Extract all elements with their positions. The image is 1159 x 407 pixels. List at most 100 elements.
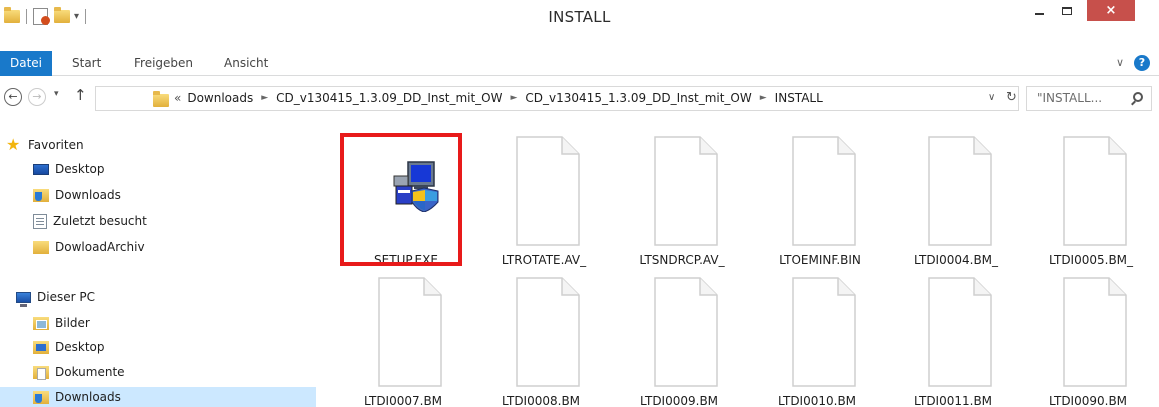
refresh-icon[interactable]: ↻ [1006, 90, 1017, 105]
downloads-folder-icon [33, 390, 49, 404]
generic-file-icon [1063, 277, 1127, 387]
generic-file-icon [378, 277, 442, 387]
nav-fav-desktop-label: Desktop [55, 162, 105, 176]
computer-icon [16, 291, 31, 307]
file-tile[interactable]: LTOEMINF.BIN [752, 130, 888, 268]
title-bar: ▾ INSTALL × [0, 0, 1159, 31]
nav-favorites-label: Favoriten [28, 138, 84, 152]
nav-pc-downloads-label: Downloads [55, 390, 121, 404]
star-icon: ★ [6, 135, 21, 154]
back-button[interactable]: ← [4, 88, 22, 106]
file-tile[interactable]: LTSNDRCP.AV_ [614, 130, 750, 268]
generic-file-icon [654, 277, 718, 387]
file-tile[interactable]: LTDI0009.BM_ [614, 271, 750, 407]
window-title: INSTALL [548, 8, 611, 26]
nav-pc-desktop-label: Desktop [55, 340, 105, 354]
file-tile[interactable]: LTDI0007.BM_ [338, 271, 474, 407]
file-tile[interactable]: LTDI0090.BM_ [1023, 271, 1159, 407]
breadcrumb-overflow[interactable]: « [174, 87, 181, 110]
file-name: LTDI0011.BM_ [913, 394, 999, 407]
generic-file-icon [928, 277, 992, 387]
chevron-right-icon[interactable]: ► [511, 87, 518, 110]
ribbon-tabs: Datei Start Freigeben Ansicht ∨ ? [0, 51, 1159, 76]
file-tile[interactable]: LTDI0004.BM_ [888, 130, 1024, 268]
maximize-button[interactable] [1053, 0, 1081, 21]
generic-file-icon [516, 277, 580, 387]
nav-fav-archive-label: DowloadArchiv [55, 240, 145, 254]
address-bar[interactable]: « Downloads ► CD_v130415_1.3.09_DD_Inst_… [95, 86, 1019, 111]
folder-icon [153, 91, 169, 107]
downloads-folder-icon [33, 188, 49, 202]
file-name: LTDI0090.BM_ [1048, 394, 1134, 407]
search-input[interactable]: "INSTALL... [1026, 86, 1152, 111]
file-name: LTDI0008.BM_ [501, 394, 587, 407]
nav-pc-documents[interactable]: Dokumente [33, 362, 125, 382]
nav-fav-archive[interactable]: DowloadArchiv [33, 237, 145, 257]
breadcrumb-downloads[interactable]: Downloads [187, 87, 253, 110]
nav-fav-desktop[interactable]: Desktop [33, 159, 105, 179]
tab-view[interactable]: Ansicht [224, 52, 268, 76]
tab-file[interactable]: Datei [0, 51, 52, 76]
file-name: LTDI0010.BM_ [777, 394, 863, 407]
tab-start[interactable]: Start [72, 52, 101, 76]
file-tile[interactable]: LTDI0010.BM_ [752, 271, 888, 407]
file-name: LTDI0009.BM_ [639, 394, 725, 407]
desktop-folder-icon [33, 340, 49, 354]
nav-fav-downloads[interactable]: Downloads [33, 185, 121, 205]
breadcrumb: « Downloads ► CD_v130415_1.3.09_DD_Inst_… [174, 87, 823, 110]
file-name: LTOEMINF.BIN [779, 253, 861, 267]
chevron-down-icon[interactable]: ∨ [988, 92, 995, 103]
ribbon-expand-icon[interactable]: ∨ [1116, 56, 1124, 69]
nav-pc-documents-label: Dokumente [55, 365, 125, 379]
pictures-folder-icon [33, 316, 49, 330]
nav-fav-recent[interactable]: Zuletzt besucht [33, 211, 147, 231]
generic-file-icon [516, 136, 580, 246]
minimize-icon [1034, 12, 1044, 15]
nav-favorites[interactable]: ★ Favoriten [6, 135, 84, 155]
minimize-button[interactable] [1025, 0, 1053, 21]
generic-file-icon [928, 136, 992, 246]
file-name: LTDI0005.BM_ [1048, 253, 1134, 267]
chevron-right-icon[interactable]: ► [760, 87, 767, 110]
recent-places-icon [33, 213, 47, 229]
setup-highlight-frame [340, 133, 462, 266]
recent-locations-icon[interactable]: ▾ [54, 89, 59, 99]
file-name: LTDI0004.BM_ [913, 253, 999, 267]
folder-icon [33, 240, 49, 254]
nav-pc-pictures[interactable]: Bilder [33, 313, 90, 333]
tab-share[interactable]: Freigeben [134, 52, 193, 76]
up-button[interactable]: ↑ [74, 86, 87, 104]
navigation-bar: ← → ▾ ↑ « Downloads ► CD_v130415_1.3.09_… [0, 83, 1159, 113]
nav-this-pc-label: Dieser PC [37, 290, 95, 304]
file-name: LTSNDRCP.AV_ [639, 253, 725, 267]
nav-pc-downloads[interactable]: Downloads [33, 387, 121, 407]
file-tile[interactable]: LTDI0011.BM_ [888, 271, 1024, 407]
desktop-icon [33, 163, 49, 175]
generic-file-icon [1063, 136, 1127, 246]
documents-folder-icon [33, 365, 49, 380]
generic-file-icon [792, 136, 856, 246]
breadcrumb-cd-subfolder[interactable]: CD_v130415_1.3.09_DD_Inst_mit_OW [525, 87, 751, 110]
navigation-pane: ★ Favoriten Desktop Downloads Zuletzt be… [0, 124, 316, 407]
nav-fav-recent-label: Zuletzt besucht [53, 214, 147, 228]
file-name: LTROTATE.AV_ [501, 253, 587, 267]
file-name: LTDI0007.BM_ [363, 394, 449, 407]
forward-button[interactable]: → [28, 88, 46, 106]
search-placeholder: "INSTALL... [1037, 91, 1103, 105]
close-button[interactable]: × [1087, 0, 1135, 21]
nav-pc-pictures-label: Bilder [55, 316, 90, 330]
maximize-icon [1062, 6, 1072, 15]
file-tile[interactable]: LTDI0008.BM_ [476, 271, 612, 407]
breadcrumb-install[interactable]: INSTALL [775, 87, 823, 110]
file-tile[interactable]: LTROTATE.AV_ [476, 130, 612, 268]
generic-file-icon [654, 136, 718, 246]
nav-pc-desktop[interactable]: Desktop [33, 337, 105, 357]
generic-file-icon [792, 277, 856, 387]
help-icon[interactable]: ? [1134, 55, 1150, 71]
breadcrumb-cd-folder[interactable]: CD_v130415_1.3.09_DD_Inst_mit_OW [276, 87, 502, 110]
nav-fav-downloads-label: Downloads [55, 188, 121, 202]
chevron-right-icon[interactable]: ► [261, 87, 268, 110]
search-icon[interactable] [1133, 92, 1143, 102]
nav-this-pc[interactable]: Dieser PC [16, 287, 95, 307]
file-tile[interactable]: LTDI0005.BM_ [1023, 130, 1159, 268]
